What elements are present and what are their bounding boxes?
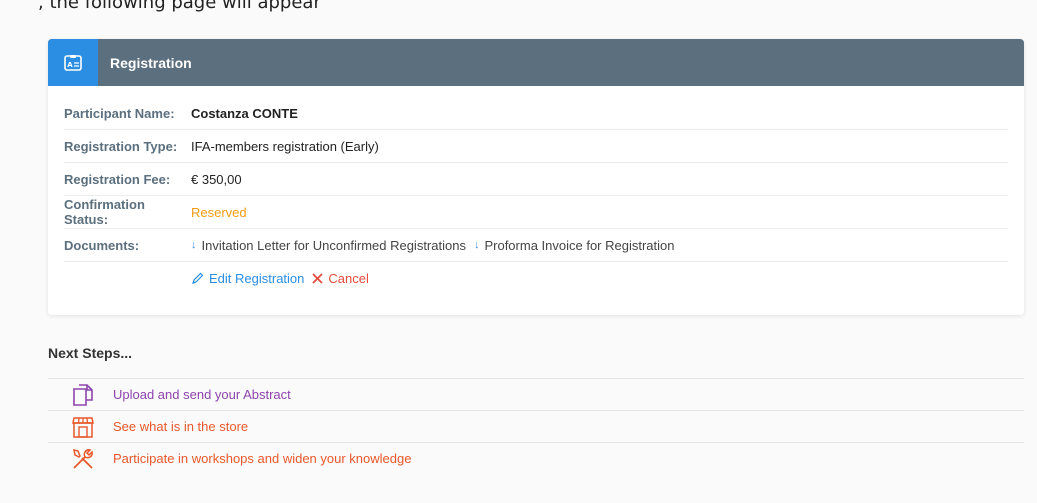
documents-icon bbox=[71, 383, 95, 407]
step-workshops-label: Participate in workshops and widen your … bbox=[113, 451, 412, 466]
registration-type-row: Registration Type: IFA-members registrat… bbox=[64, 130, 1008, 163]
documents-label: Documents: bbox=[64, 237, 140, 253]
registration-type-label: Registration Type: bbox=[64, 138, 178, 154]
pencil-icon bbox=[192, 272, 204, 284]
store-icon bbox=[71, 415, 95, 439]
step-upload-abstract[interactable]: Upload and send your Abstract bbox=[48, 378, 1024, 410]
edit-registration-link[interactable]: Edit Registration bbox=[191, 271, 304, 286]
invitation-letter-label: Invitation Letter for Unconfirmed Regist… bbox=[201, 237, 466, 253]
card-header: A Registration bbox=[48, 39, 1024, 86]
confirmation-status-label: Confirmation Status: bbox=[64, 197, 145, 227]
participant-label: Participant Name: bbox=[64, 105, 175, 121]
partial-instruction-text: , the following page will appear bbox=[38, 0, 321, 13]
registration-type-value: IFA-members registration (Early) bbox=[191, 138, 379, 154]
step-store[interactable]: See what is in the store bbox=[48, 410, 1024, 442]
download-arrow-icon: ↓ bbox=[473, 239, 480, 251]
svg-text:A: A bbox=[67, 61, 73, 69]
cancel-registration-link[interactable]: Cancel bbox=[312, 270, 369, 286]
card-title: Registration bbox=[110, 54, 192, 71]
step-workshops[interactable]: Participate in workshops and widen your … bbox=[48, 442, 1024, 474]
id-card-icon: A bbox=[48, 39, 98, 86]
step-upload-abstract-label: Upload and send your Abstract bbox=[113, 387, 291, 402]
edit-registration-label: Edit Registration bbox=[209, 270, 305, 286]
participant-value: Costanza CONTE bbox=[191, 105, 298, 121]
registration-fee-label: Registration Fee: bbox=[64, 171, 171, 187]
actions-row: Edit Registration Cancel bbox=[64, 262, 1008, 294]
close-icon bbox=[312, 272, 324, 284]
next-steps-list: Upload and send your Abstract See what i… bbox=[48, 378, 1024, 474]
participant-row: Participant Name: Costanza CONTE bbox=[64, 97, 1008, 130]
invitation-letter-link[interactable]: ↓ Invitation Letter for Unconfirmed Regi… bbox=[191, 238, 466, 253]
registration-fee-row: Registration Fee: € 350,00 bbox=[64, 163, 1008, 196]
confirmation-status-row: Confirmation Status: Reserved bbox=[64, 196, 1008, 229]
documents-row: Documents: ↓ Invitation Letter for Uncon… bbox=[64, 229, 1008, 262]
registration-details: Participant Name: Costanza CONTE Registr… bbox=[64, 97, 1008, 294]
next-steps-title: Next Steps... bbox=[48, 345, 133, 361]
confirmation-status-value: Reserved bbox=[191, 204, 247, 220]
tools-icon bbox=[71, 447, 95, 471]
proforma-invoice-label: Proforma Invoice for Registration bbox=[484, 237, 675, 253]
proforma-invoice-link[interactable]: ↓ Proforma Invoice for Registration bbox=[474, 238, 675, 253]
cancel-label: Cancel bbox=[328, 270, 369, 286]
registration-fee-value: € 350,00 bbox=[191, 171, 242, 187]
step-store-label: See what is in the store bbox=[113, 419, 249, 434]
download-arrow-icon: ↓ bbox=[191, 239, 197, 251]
registration-card: A Registration Participant Name: Costanz… bbox=[48, 39, 1024, 315]
